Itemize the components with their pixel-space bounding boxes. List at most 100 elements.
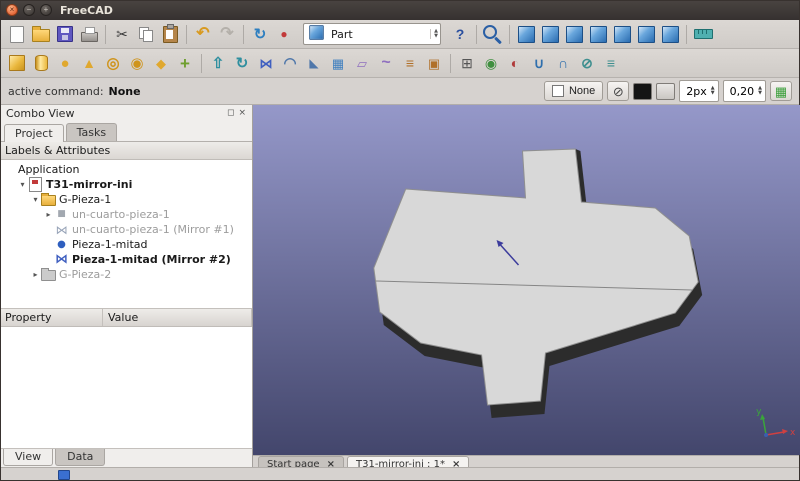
redo-button[interactable]: ↷ [215, 22, 239, 46]
tree-item-label: Application [18, 163, 79, 176]
left-button[interactable] [658, 22, 682, 46]
tree-expander-icon[interactable]: ▸ [43, 210, 54, 219]
sweep-button[interactable]: ~ [374, 51, 398, 75]
open-button[interactable] [29, 22, 53, 46]
tree-item-un-cuarto-pieza-1[interactable]: ▸■un-cuarto-pieza-1 [0, 207, 252, 222]
thickness-button[interactable]: ▣ [422, 51, 446, 75]
close-window-button[interactable]: × [6, 4, 18, 16]
main-area: Combo View ◻ × ProjectTasks Labels & Att… [0, 105, 800, 467]
create-primitives-icon: ◆ [156, 57, 166, 70]
line-width-spin-arrows[interactable]: ▲▼ [711, 86, 715, 96]
tree-item-un-cuarto-pieza-1-mirror-1[interactable]: ⋈un-cuarto-pieza-1 (Mirror #1) [0, 222, 252, 237]
undo-button[interactable]: ↶ [191, 22, 215, 46]
property-column-property[interactable]: Property [0, 309, 103, 326]
create-primitives-button[interactable]: ◆ [149, 51, 173, 75]
refresh-button[interactable]: ↻ [248, 22, 272, 46]
compound-button[interactable]: ⊞ [455, 51, 479, 75]
face-color-swatch[interactable] [656, 83, 675, 100]
boolean-button[interactable]: ◉ [479, 51, 503, 75]
tree-item-pieza-1-mitad-mirror-2[interactable]: ⋈ Pieza-1-mitad (Mirror #2) [0, 252, 252, 267]
union-button[interactable]: ∪ [527, 51, 551, 75]
whatsthis-button[interactable]: ? [448, 22, 472, 46]
tree-expander-icon[interactable]: ▸ [30, 270, 41, 279]
top-button[interactable] [562, 22, 586, 46]
3d-canvas[interactable]: x y [253, 105, 800, 455]
tree-icon-slot [41, 193, 56, 206]
sphere-button[interactable]: ● [53, 51, 77, 75]
section-button[interactable]: ⊘ [575, 51, 599, 75]
cross-sections-button[interactable]: ≡ [599, 51, 623, 75]
close-panel-icon[interactable]: × [238, 109, 246, 118]
copy-icon [139, 27, 154, 42]
tree-item-g-pieza-1[interactable]: ▾G-Pieza-1 [0, 192, 252, 207]
extrude-button[interactable]: ⇧ [206, 51, 230, 75]
grid-snap-button[interactable]: ▦ [770, 81, 792, 101]
tab-project[interactable]: Project [4, 124, 64, 142]
draw-style-button[interactable]: ⊘ [607, 81, 629, 101]
tree-item-t31-mirror-ini[interactable]: ▾T31-mirror-ini [0, 177, 252, 192]
point-size-spin-arrows[interactable]: ▲▼ [758, 86, 762, 96]
offset-icon: ≡ [406, 56, 414, 70]
tree-item-application[interactable]: Application [0, 162, 252, 177]
combo-view-titlebar: Combo View ◻ × [0, 105, 252, 122]
front-button[interactable] [538, 22, 562, 46]
bottom-icon [638, 26, 655, 43]
combo-view-panel: Combo View ◻ × ProjectTasks Labels & Att… [0, 105, 253, 467]
cut-boolean-icon: ◐ [511, 56, 519, 70]
tree-icon-slot [41, 268, 56, 281]
tree-item-g-pieza-2[interactable]: ▸G-Pieza-2 [0, 267, 252, 282]
cylinder-button[interactable] [29, 51, 53, 75]
minimize-window-button[interactable]: − [23, 4, 35, 16]
tab-view[interactable]: View [3, 449, 53, 466]
toolbar-separator [201, 54, 202, 73]
tube-button[interactable]: ◉ [125, 51, 149, 75]
tree-expander-icon[interactable]: ▾ [30, 195, 41, 204]
tab-data[interactable]: Data [55, 449, 105, 466]
workbench-spinner[interactable]: ▲▼ [430, 29, 438, 39]
face-style-button[interactable]: None [544, 81, 603, 101]
mirror-icon: ⋈ [55, 253, 68, 266]
workbench-selector[interactable]: Part ▲▼ [303, 23, 441, 45]
chamfer-button[interactable]: ◣ [302, 51, 326, 75]
shape-builder-button[interactable]: + [173, 51, 197, 75]
torus-button[interactable]: ◎ [101, 51, 125, 75]
save-button[interactable] [53, 22, 77, 46]
tab-label: View [15, 450, 41, 463]
tree-expander-icon[interactable]: ▾ [17, 180, 28, 189]
fillet-button[interactable]: ◠ [278, 51, 302, 75]
new-document-button[interactable] [5, 22, 29, 46]
rear-button[interactable] [610, 22, 634, 46]
intersection-button[interactable]: ∩ [551, 51, 575, 75]
bottom-button[interactable] [634, 22, 658, 46]
cut-boolean-button[interactable]: ◐ [503, 51, 527, 75]
box-button[interactable] [5, 51, 29, 75]
isometric-button[interactable] [514, 22, 538, 46]
loft-button[interactable]: ▱ [350, 51, 374, 75]
mirror-icon: ⋈ [260, 57, 273, 70]
measure-linear-button[interactable] [691, 22, 715, 46]
ruled-surface-button[interactable]: ▦ [326, 51, 350, 75]
tree-item-pieza-1-mitad[interactable]: ●Pieza-1-mitad [0, 237, 252, 252]
print-button[interactable] [77, 22, 101, 46]
cut-button[interactable]: ✂ [110, 22, 134, 46]
tree-item-label: Pieza-1-mitad [72, 238, 147, 251]
fit-all-button[interactable] [481, 22, 505, 46]
tree-icon-slot: ⋈ [54, 224, 69, 236]
paste-button[interactable] [158, 22, 182, 46]
property-column-value[interactable]: Value [103, 309, 252, 326]
revolve-button[interactable]: ↻ [230, 51, 254, 75]
record-macro-button[interactable]: ● [272, 22, 296, 46]
tree-item-label: Pieza-1-mitad (Mirror #2) [72, 253, 231, 266]
copy-button[interactable] [134, 22, 158, 46]
line-width-spinbox[interactable]: 2px ▲▼ [679, 80, 718, 102]
mirror-button[interactable]: ⋈ [254, 51, 278, 75]
maximize-window-button[interactable]: + [40, 4, 52, 16]
right-button[interactable] [586, 22, 610, 46]
float-panel-icon[interactable]: ◻ [227, 109, 234, 118]
offset-button[interactable]: ≡ [398, 51, 422, 75]
revolve-icon: ↻ [236, 56, 249, 71]
tab-tasks[interactable]: Tasks [66, 123, 117, 141]
line-color-swatch[interactable] [633, 83, 652, 100]
cone-button[interactable]: ▲ [77, 51, 101, 75]
point-size-spinbox[interactable]: 0,20 ▲▼ [723, 80, 766, 102]
